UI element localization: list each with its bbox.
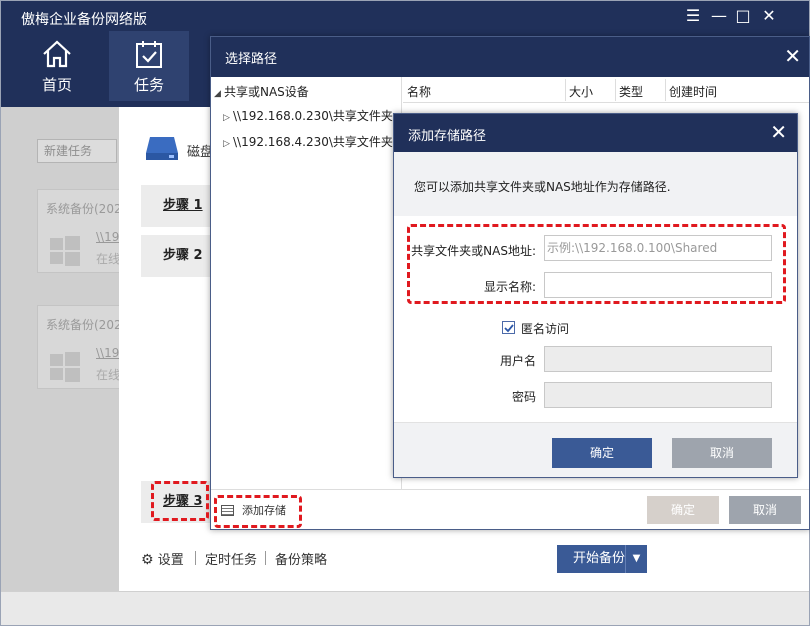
- add-storage-button[interactable]: 添加存储: [221, 502, 286, 518]
- collapsed-arrow-icon: ▷: [223, 113, 230, 123]
- task-icon: [136, 41, 162, 68]
- display-name-label: 显示名称:: [483, 280, 536, 294]
- password-label: 密码: [511, 390, 536, 404]
- select-path-footer: 添加存储 确定 取消: [211, 489, 809, 529]
- share-address-input[interactable]: 示例:\\192.168.0.100\Shared: [544, 235, 772, 261]
- username-input[interactable]: [544, 346, 772, 372]
- chevron-down-icon[interactable]: ▼: [625, 545, 647, 573]
- task-card[interactable]: 系统备份(202 \\192 在线: [37, 189, 127, 273]
- task-card-title: 系统备份(202: [46, 202, 122, 216]
- col-name[interactable]: 名称: [407, 83, 431, 100]
- nav-home[interactable]: 首页: [17, 31, 97, 101]
- new-task-combo[interactable]: 新建任务: [37, 139, 117, 163]
- password-input[interactable]: [544, 382, 772, 408]
- storage-list-icon: [221, 505, 234, 516]
- tree-item-label: \\192.168.0.230\共享文件夹: [233, 109, 393, 123]
- add-cancel-button[interactable]: 取消: [672, 438, 772, 468]
- app-title: 傲梅企业备份网络版: [21, 12, 147, 28]
- bottom-bar: ⚙ 设置 定时任务 备份策略 开始备份 ▼: [119, 543, 809, 573]
- task-card-status: 在线: [96, 252, 121, 266]
- column-divider[interactable]: [565, 79, 566, 101]
- tree-root-label: 共享或NAS设备: [224, 85, 309, 99]
- path-ok-button[interactable]: 确定: [647, 496, 719, 524]
- tree-item[interactable]: ▷ \\192.168.4.230\共享文件夹: [223, 133, 393, 150]
- disk-icon: [146, 137, 178, 160]
- display-name-input[interactable]: [544, 272, 772, 298]
- settings-label: 设置: [157, 553, 184, 568]
- minimize-icon[interactable]: —: [709, 6, 729, 26]
- task-card-title: 系统备份(202: [46, 318, 122, 332]
- add-ok-button[interactable]: 确定: [552, 438, 652, 468]
- start-backup-button[interactable]: 开始备份 ▼: [557, 545, 647, 573]
- schedule-link[interactable]: 定时任务: [205, 549, 257, 568]
- column-divider[interactable]: [615, 79, 616, 101]
- nav-home-label: 首页: [41, 76, 72, 94]
- anonymous-label: 匿名访问: [521, 322, 570, 336]
- maximize-icon[interactable]: □: [733, 6, 753, 26]
- status-strip: [1, 591, 809, 625]
- menu-icon[interactable]: ☰: [683, 6, 703, 26]
- col-created[interactable]: 创建时间: [669, 83, 717, 100]
- backup-policy-link[interactable]: 备份策略: [275, 549, 327, 568]
- tree-pane: ◢ 共享或NAS设备 ▷ \\192.168.0.230\共享文件夹 ▷ \\192.…: [211, 77, 402, 489]
- collapsed-arrow-icon: ▷: [223, 139, 230, 149]
- close-icon[interactable]: ✕: [784, 44, 801, 68]
- windows-icon: [50, 352, 80, 382]
- select-path-title: 选择路径: [225, 52, 278, 67]
- checkmark-icon: [504, 324, 514, 333]
- step-2-button[interactable]: 步骤 2: [141, 235, 213, 277]
- username-label: 用户名: [499, 354, 536, 368]
- step-2-label: 步骤 2: [163, 248, 203, 263]
- tree-root[interactable]: ◢ 共享或NAS设备: [214, 83, 309, 100]
- task-card[interactable]: 系统备份(202 \\192 在线: [37, 305, 127, 389]
- close-icon[interactable]: ✕: [759, 6, 779, 26]
- path-cancel-button[interactable]: 取消: [729, 496, 801, 524]
- settings-link[interactable]: ⚙ 设置: [141, 549, 184, 568]
- step-3-button[interactable]: 步骤 3: [141, 481, 213, 523]
- tree-item[interactable]: ▷ \\192.168.0.230\共享文件夹: [223, 107, 393, 124]
- windows-icon: [50, 236, 80, 266]
- home-icon: [43, 40, 71, 68]
- nav-tasks[interactable]: 任务: [109, 31, 189, 101]
- description-box: 您可以添加共享文件夹或NAS地址作为存储路径.: [394, 152, 797, 216]
- step-1-button[interactable]: 步骤 1: [141, 185, 213, 227]
- add-storage-label: 添加存储: [242, 504, 286, 517]
- column-divider[interactable]: [665, 79, 666, 101]
- nav-tasks-label: 任务: [133, 76, 164, 94]
- add-storage-description: 您可以添加共享文件夹或NAS地址作为存储路径.: [414, 180, 671, 194]
- add-storage-footer: 确定 取消: [394, 422, 797, 477]
- divider: [265, 551, 266, 565]
- task-card-status: 在线: [96, 368, 121, 382]
- expanded-arrow-icon: ◢: [214, 89, 221, 99]
- gear-icon: ⚙: [141, 552, 154, 568]
- anonymous-checkbox[interactable]: [502, 321, 515, 334]
- step-1-label: 步骤 1: [163, 198, 203, 213]
- start-backup-label: 开始备份: [573, 551, 626, 566]
- step-3-label: 步骤 3: [163, 494, 203, 509]
- col-type[interactable]: 类型: [619, 83, 643, 100]
- task-list-pane: 新建任务 系统备份(202 \\192 在线 系统备份(202 \\192 在线: [1, 107, 127, 591]
- col-size[interactable]: 大小: [569, 83, 593, 100]
- tree-item-label: \\192.168.4.230\共享文件夹: [233, 135, 393, 149]
- select-path-header: 选择路径 ✕: [211, 37, 809, 77]
- share-address-label: 共享文件夹或NAS地址:: [411, 244, 536, 258]
- add-storage-header: 添加存储路径 ✕: [394, 114, 797, 152]
- add-storage-title: 添加存储路径: [408, 129, 487, 144]
- divider: [195, 551, 196, 565]
- add-storage-dialog: 添加存储路径 ✕ 您可以添加共享文件夹或NAS地址作为存储路径. 共享文件夹或N…: [393, 113, 798, 478]
- file-list-header: 名称 大小 类型 创建时间: [403, 77, 809, 103]
- close-icon[interactable]: ✕: [770, 120, 787, 144]
